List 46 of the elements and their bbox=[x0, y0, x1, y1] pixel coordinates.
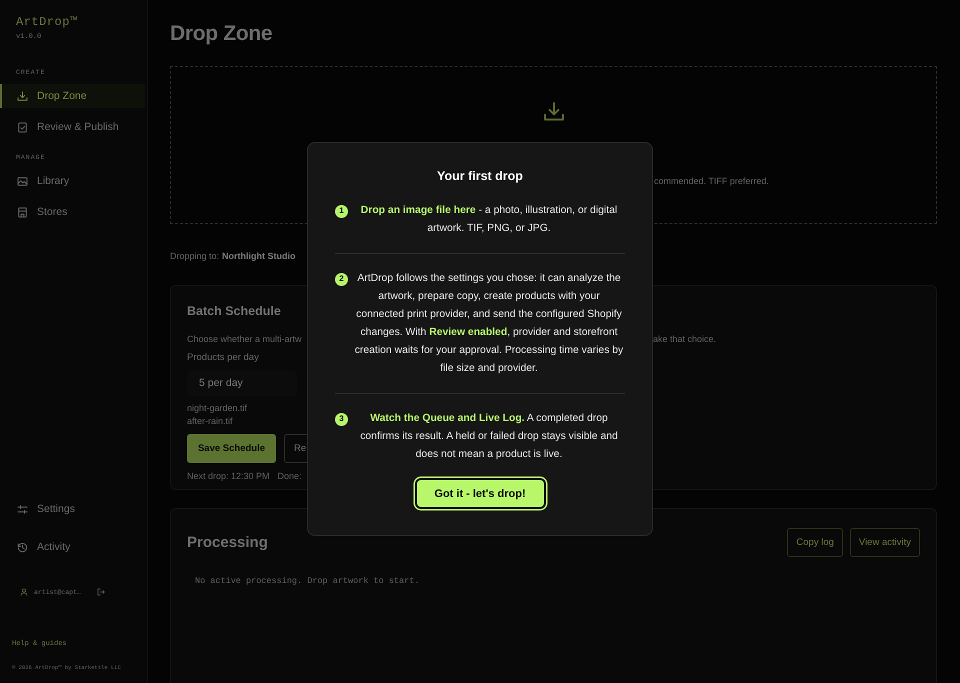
card-description: Choose whether a multi-artw bbox=[187, 334, 302, 344]
file-name: night-garden.tif bbox=[187, 402, 248, 415]
target-store-name: Northlight Studio bbox=[222, 251, 296, 261]
nav-item[interactable]: Library bbox=[0, 169, 145, 193]
nav-label: Library bbox=[37, 175, 70, 187]
dialog-title: Your first drop bbox=[436, 169, 524, 183]
page-title: Drop Zone bbox=[170, 22, 272, 46]
nav-label: Activity bbox=[37, 541, 70, 553]
save-schedule-button[interactable]: Save Schedule bbox=[187, 434, 276, 463]
image-icon bbox=[17, 176, 28, 186]
card-title: Processing bbox=[187, 534, 268, 551]
nav-item[interactable]: Review & Publish bbox=[0, 115, 145, 139]
card-description: ake that choice. bbox=[653, 334, 716, 344]
clipboard-check-icon bbox=[17, 122, 28, 132]
nav-item[interactable]: Stores bbox=[0, 200, 145, 224]
logout-icon[interactable] bbox=[96, 588, 105, 596]
schedule-status: Done: bbox=[278, 471, 302, 481]
card-title: Batch Schedule bbox=[187, 304, 281, 318]
schedule-status: Next drop: 12:30 PM bbox=[187, 471, 270, 481]
step-text: Drop an image file here - a photo, illustration, or digital artwork. TIF, PNG, or JPG. bbox=[360, 204, 618, 236]
log-message: No active processing. Drop artwork to start. bbox=[195, 576, 420, 586]
step-number: 3 bbox=[335, 412, 348, 426]
nav-item[interactable]: Drop Zone bbox=[0, 84, 145, 108]
file-name: after-rain.tif bbox=[187, 415, 233, 428]
step-number: 2 bbox=[335, 272, 348, 286]
sliders-icon bbox=[17, 504, 28, 514]
history-icon bbox=[17, 542, 28, 552]
download-icon bbox=[17, 90, 28, 102]
nav-label: Stores bbox=[37, 206, 68, 218]
drop-zone-hint: commended. TIFF preferred. bbox=[654, 176, 769, 186]
step-text: Watch the Queue and Live Log. A completed drop confirms its result. A held or failed drop stays visible and does not mean a product is live. bbox=[359, 412, 619, 462]
user-icon bbox=[20, 588, 28, 596]
nav-item[interactable]: Activity bbox=[0, 535, 145, 559]
step-text: ArtDrop follows the settings you chose: it can analyze the artwork, prepare copy, create products with your connected print provider, and send the configured Shopify changes. With Review enabled, provider and storefront creation waits for your approval. Processing time varies by file size and provider. bbox=[354, 272, 624, 376]
step-number: 1 bbox=[335, 204, 348, 218]
nav-item[interactable]: Settings bbox=[0, 497, 145, 521]
toolbar-button[interactable]: View activity bbox=[850, 528, 920, 557]
toolbar-button[interactable]: Copy log bbox=[787, 528, 843, 557]
nav-label: Review & Publish bbox=[37, 121, 119, 133]
nav-label: Drop Zone bbox=[37, 90, 87, 102]
nav-label: Settings bbox=[37, 503, 75, 515]
field-label: Products per day bbox=[187, 352, 259, 363]
confirm-button[interactable]: Got it - let's drop! bbox=[414, 478, 546, 509]
app-logo: ArtDrop™ bbox=[16, 15, 78, 29]
store-icon bbox=[17, 206, 28, 218]
target-label: Dropping to: bbox=[170, 251, 220, 261]
